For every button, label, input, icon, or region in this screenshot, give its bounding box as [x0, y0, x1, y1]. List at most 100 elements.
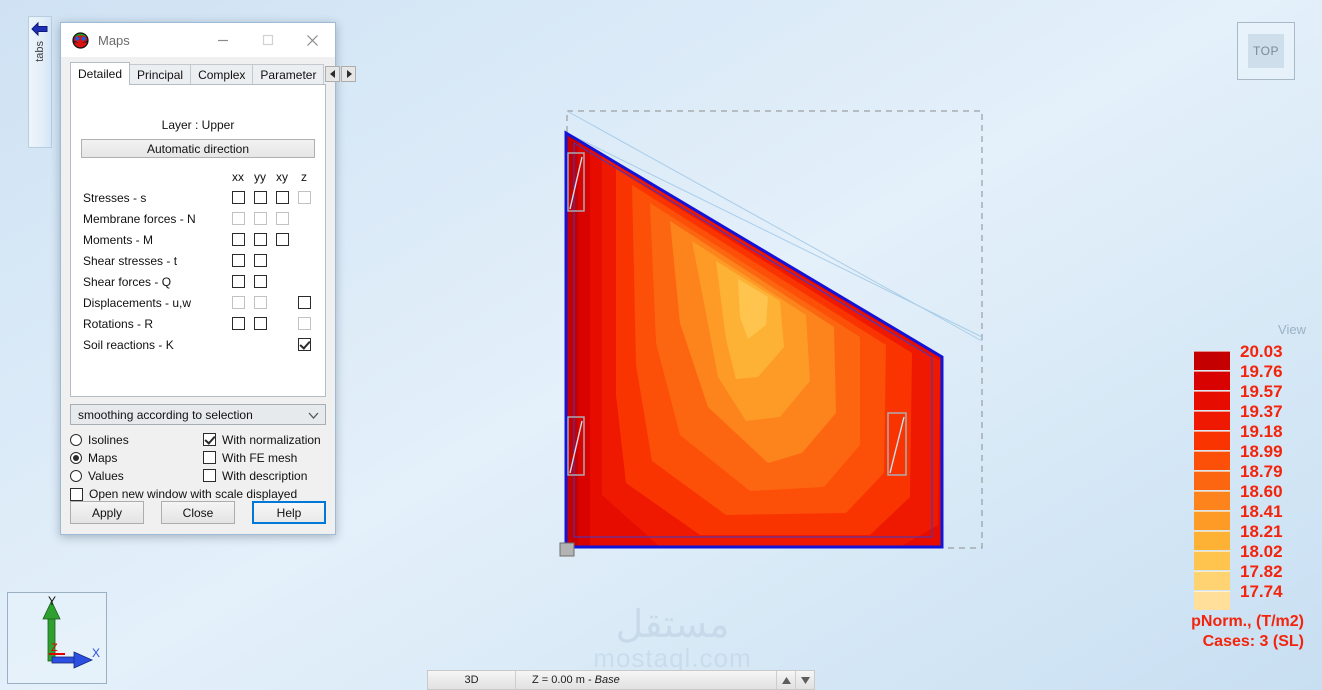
open-new-window-checkbox[interactable]	[70, 487, 83, 501]
checkbox-xy[interactable]	[275, 232, 289, 246]
component-cell-yy[interactable]	[249, 313, 271, 334]
status-view-mode[interactable]: 3D	[428, 671, 516, 689]
dialog-tab-parameter[interactable]: Parameter	[252, 64, 325, 85]
component-cell-xy[interactable]	[271, 208, 293, 229]
close-button[interactable]: Close	[161, 501, 235, 524]
component-row-label: Rotations - R	[83, 316, 154, 331]
component-cell-xx[interactable]	[227, 313, 249, 334]
legend-swatch	[1194, 550, 1230, 570]
status-z-prefix: Z = 0.00 m -	[532, 674, 595, 686]
checkbox-yy[interactable]	[253, 274, 267, 288]
origin-handle[interactable]	[559, 542, 575, 557]
chevron-right-icon[interactable]	[341, 66, 357, 82]
minimize-icon[interactable]	[200, 24, 245, 57]
component-row: Rotations - R	[81, 313, 315, 334]
apply-button[interactable]: Apply	[70, 501, 144, 524]
detailed-tab-panel: Layer : Upper Automatic direction xx yy xy…	[70, 84, 326, 397]
smoothing-select[interactable]: smoothing according to selection	[70, 404, 326, 425]
legend-row: 18.79	[1142, 463, 1312, 490]
component-cell-xy[interactable]	[271, 187, 293, 208]
component-cell-z[interactable]	[293, 292, 315, 313]
checkbox-yy[interactable]	[253, 232, 267, 246]
component-cell-z[interactable]	[293, 334, 315, 355]
checkbox-yy[interactable]	[253, 316, 267, 330]
components-header-blank	[81, 169, 227, 187]
component-cell-z[interactable]	[293, 313, 315, 334]
triangle-up-icon[interactable]	[776, 671, 795, 689]
legend-row: 19.18	[1142, 423, 1312, 450]
checkbox-z	[297, 190, 311, 204]
component-row: Moments - M	[81, 229, 315, 250]
component-cell-xy[interactable]	[271, 229, 293, 250]
component-row: Shear forces - Q	[81, 271, 315, 292]
component-cell-yy[interactable]	[249, 229, 271, 250]
checkbox-z[interactable]	[297, 337, 311, 351]
display-mode-option[interactable]: Values	[70, 469, 203, 483]
checkbox-yy[interactable]	[253, 253, 267, 267]
dialog-title-bar[interactable]: Maps	[61, 23, 335, 57]
component-cell-xx[interactable]	[227, 250, 249, 271]
legend-swatch	[1194, 570, 1230, 590]
component-cell-z[interactable]	[293, 187, 315, 208]
checkbox-with-fe-mesh[interactable]	[203, 451, 216, 464]
radio-isolines[interactable]	[70, 433, 82, 446]
legend-row: 18.02	[1142, 543, 1312, 570]
maps-dialog[interactable]: Maps Detailed Principal Complex Parameter	[60, 22, 357, 535]
chevron-left-icon[interactable]	[325, 66, 341, 82]
automatic-direction-button[interactable]: Automatic direction	[81, 139, 315, 158]
component-cell-yy[interactable]	[249, 292, 271, 313]
maximize-icon[interactable]	[245, 24, 290, 57]
component-cell-xx[interactable]	[227, 187, 249, 208]
chevron-down-icon[interactable]	[308, 408, 319, 422]
tabs-panel-strip[interactable]: tabs	[28, 16, 52, 148]
display-flag-option[interactable]: With description	[203, 469, 307, 483]
dialog-tab-complex[interactable]: Complex	[190, 64, 254, 85]
components-body: Stresses - s Membrane forces - N Moments -…	[81, 187, 315, 355]
checkbox-xy	[275, 211, 289, 225]
open-new-window-option[interactable]: Open new window with scale displayed	[70, 487, 326, 501]
display-flag-option[interactable]: With FE mesh	[203, 451, 297, 465]
radio-maps[interactable]	[70, 451, 82, 464]
display-mode-option[interactable]: Isolines	[70, 433, 203, 447]
component-cell-xx[interactable]	[227, 271, 249, 292]
component-row: Shear stresses - t	[81, 250, 315, 271]
checkbox-xx[interactable]	[231, 316, 245, 330]
dialog-tab-principal[interactable]: Principal	[129, 64, 192, 85]
component-cell-yy[interactable]	[249, 250, 271, 271]
legend-swatch	[1194, 450, 1230, 470]
status-z-suffix: Base	[594, 674, 620, 686]
component-cell-z	[293, 271, 315, 292]
display-mode-option[interactable]: Maps	[70, 451, 203, 465]
component-cell-yy[interactable]	[249, 271, 271, 292]
component-cell-xx[interactable]	[227, 292, 249, 313]
checkbox-with-normalization[interactable]	[203, 433, 216, 446]
dialog-tab-detailed[interactable]: Detailed	[70, 62, 131, 85]
checkbox-xy[interactable]	[275, 190, 289, 204]
checkbox-with-description[interactable]	[203, 469, 216, 482]
checkbox-xx[interactable]	[231, 232, 245, 246]
legend-row: 20.03	[1142, 343, 1312, 370]
legend-row: 18.60	[1142, 483, 1312, 510]
checkbox-xx[interactable]	[231, 274, 245, 288]
triangle-down-icon[interactable]	[795, 671, 814, 689]
legend-swatch	[1194, 470, 1230, 490]
radio-label: Values	[88, 468, 124, 483]
help-button[interactable]: Help	[252, 501, 326, 524]
checkbox-z[interactable]	[297, 295, 311, 309]
checkbox-xx[interactable]	[231, 190, 245, 204]
checkbox-xx[interactable]	[231, 253, 245, 267]
display-flag-option[interactable]: With normalization	[203, 433, 321, 447]
component-cell-yy[interactable]	[249, 187, 271, 208]
component-cell-xx[interactable]	[227, 208, 249, 229]
left-arrow-icon[interactable]	[31, 21, 49, 37]
close-icon[interactable]	[290, 24, 335, 57]
component-cell-yy[interactable]	[249, 208, 271, 229]
legend-value: 18.41	[1240, 501, 1283, 521]
contour-bands	[566, 133, 942, 547]
component-cell-xx[interactable]	[227, 229, 249, 250]
contour-plot[interactable]	[540, 95, 1010, 585]
radio-values[interactable]	[70, 469, 82, 482]
legend-value: 18.02	[1240, 541, 1283, 561]
view-cube-top-button[interactable]: TOP	[1237, 22, 1295, 80]
checkbox-yy[interactable]	[253, 190, 267, 204]
